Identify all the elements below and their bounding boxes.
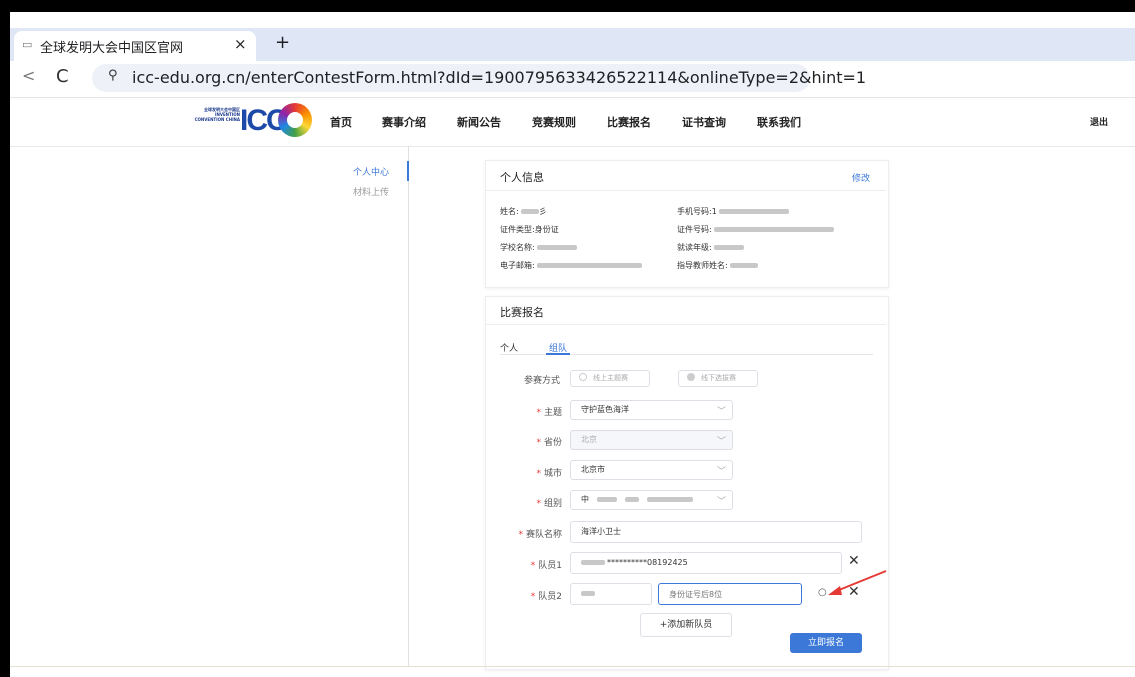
theme-select[interactable]: 守护蓝色海洋	[570, 400, 733, 420]
city-select[interactable]: 北京市	[570, 460, 733, 480]
tab-active-underline	[546, 353, 570, 355]
url-text[interactable]: icc-edu.org.cn/enterContestForm.html?dId…	[132, 68, 866, 87]
chevron-down-icon: ﹀	[717, 467, 727, 477]
card-divider	[486, 190, 886, 191]
menu-rules[interactable]: 竞赛规则	[532, 114, 576, 130]
chevron-down-icon: ﹀	[717, 437, 727, 447]
menu-news[interactable]: 新闻公告	[457, 114, 501, 130]
team-name-input[interactable]: 海洋小卫士	[570, 521, 862, 543]
info-teacher: 指导教师姓名:	[677, 260, 758, 271]
province-label: * 省份	[536, 438, 562, 448]
add-member-button[interactable]: +添加新队员	[640, 613, 732, 637]
menu-home[interactable]: 首页	[330, 114, 352, 130]
back-icon[interactable]: <	[22, 66, 35, 85]
menu-contest-intro[interactable]: 赛事介绍	[382, 114, 426, 130]
sidebar-active-indicator	[407, 161, 409, 181]
group-select[interactable]: 中	[570, 490, 733, 510]
tab-title: 全球发明大会中国区官网	[40, 41, 184, 56]
chevron-down-icon: ﹀	[717, 497, 727, 507]
registration-title: 比赛报名	[500, 306, 544, 319]
mode-option-online[interactable]: 线上主题赛	[570, 370, 650, 387]
tab-close-icon[interactable]: ×	[234, 35, 247, 53]
site-info-icon[interactable]: ⚲	[108, 68, 118, 83]
window-frame-left	[0, 10, 10, 677]
reload-icon[interactable]: C	[56, 66, 69, 87]
member1-label: * 队员1	[530, 561, 562, 571]
card-divider	[486, 324, 886, 325]
sidebar-item-personal-center[interactable]: 个人中心	[353, 165, 389, 178]
info-school: 学校名称:	[500, 242, 577, 253]
member2-label: * 队员2	[530, 592, 562, 602]
menu-certificate[interactable]: 证书查询	[682, 114, 726, 130]
theme-label: * 主题	[536, 408, 562, 418]
personal-info-title: 个人信息	[500, 171, 544, 184]
sidebar-item-material-upload[interactable]: 材料上传	[353, 185, 389, 198]
member2-id-input[interactable]	[658, 583, 802, 605]
radio-icon	[579, 373, 587, 381]
logout-link[interactable]: 退出	[1090, 115, 1108, 128]
group-label: * 组别	[536, 499, 562, 509]
info-name: 姓名: 彡	[500, 207, 547, 216]
tab-individual[interactable]: 个人	[500, 341, 518, 354]
province-select[interactable]: 北京	[570, 430, 733, 450]
sidebar-divider	[408, 146, 409, 667]
info-grade: 就读年级:	[677, 242, 744, 253]
bottom-divider	[10, 666, 1135, 667]
page-icon: ▭	[22, 38, 33, 51]
logo-ring-center	[287, 112, 303, 128]
logo-caption: 全球发明大会中国区 INVENTION CONVENTION CHINA	[194, 107, 240, 122]
radio-selected-icon	[687, 373, 695, 381]
edit-link[interactable]: 修改	[852, 171, 870, 184]
member2-name-input[interactable]	[570, 583, 652, 605]
menu-registration[interactable]: 比赛报名	[607, 114, 651, 130]
mode-option-offline[interactable]: 线下选拔赛	[678, 370, 758, 387]
submit-registration-button[interactable]: 立即报名	[790, 633, 862, 653]
menu-contact[interactable]: 联系我们	[757, 114, 801, 130]
member1-input[interactable]: **********08192425	[570, 552, 842, 574]
team-name-label: * 赛队名称	[518, 530, 562, 540]
info-email: 电子邮箱:	[500, 260, 642, 271]
city-label: * 城市	[536, 469, 562, 479]
new-tab-button[interactable]: +	[275, 32, 290, 53]
info-id-type: 证件类型:身份证	[500, 225, 559, 234]
info-id-number: 证件号码:	[677, 224, 834, 235]
chevron-down-icon: ﹀	[717, 407, 727, 417]
info-phone: 手机号码:1	[677, 206, 789, 217]
mode-label: 参赛方式	[523, 376, 560, 386]
window-frame-top	[0, 0, 1135, 12]
annotation-arrow-icon	[828, 570, 887, 595]
